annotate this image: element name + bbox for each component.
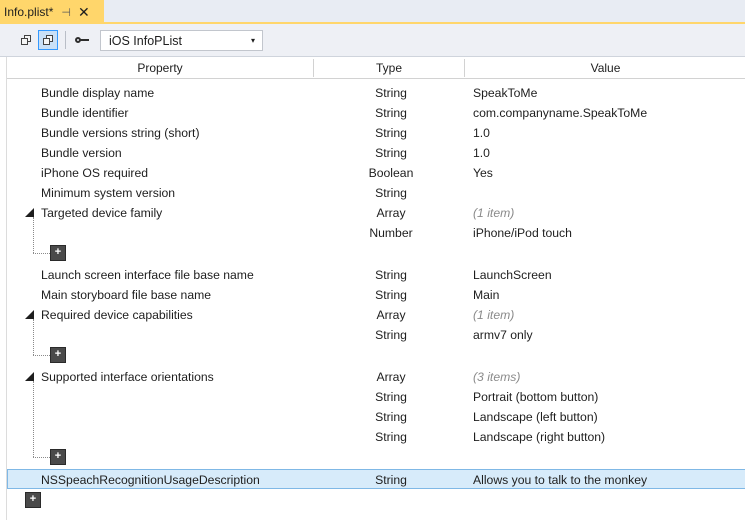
type-cell: Array	[376, 308, 406, 322]
tree-connector	[33, 381, 34, 457]
chevron-down-icon: ▾	[250, 36, 255, 45]
collapse-all-button[interactable]	[16, 30, 36, 50]
property-cell: Minimum system version	[41, 186, 176, 200]
value-cell[interactable]: Main	[473, 285, 499, 305]
type-cell: String	[375, 430, 407, 444]
value-cell[interactable]: Landscape (left button)	[473, 407, 598, 427]
table-row[interactable]: String Portrait (bottom button)	[7, 387, 745, 407]
collapse-triangle-icon[interactable]	[25, 208, 34, 217]
table-row[interactable]: String Landscape (right button)	[7, 427, 745, 447]
value-cell[interactable]: com.companyname.SpeakToMe	[473, 103, 647, 123]
value-cell: (1 item)	[473, 206, 515, 220]
plus-icon: +	[29, 492, 37, 505]
type-cell: String	[375, 126, 407, 140]
plist-grid: Property Type Value Bundle display name …	[6, 57, 745, 520]
type-cell: String	[375, 268, 407, 282]
type-cell: String	[375, 146, 407, 160]
grid-header: Property Type Value	[7, 57, 745, 79]
add-item-button[interactable]: +	[50, 347, 66, 363]
property-cell: Bundle display name	[41, 86, 155, 100]
table-row[interactable]: Launch screen interface file base name S…	[7, 265, 745, 285]
type-cell: Array	[376, 206, 406, 220]
key-view-button[interactable]	[72, 30, 92, 50]
property-cell: Supported interface orientations	[41, 370, 214, 384]
table-row[interactable]: Supported interface orientations Array (…	[7, 367, 745, 387]
value-cell: (1 item)	[473, 308, 515, 322]
add-row-area: +	[7, 447, 745, 468]
property-cell: Bundle version	[41, 146, 122, 160]
plus-icon: +	[54, 245, 62, 258]
tab-info-plist[interactable]: Info.plist* ⊣ ✕	[0, 0, 104, 24]
pin-icon[interactable]: ⊣	[61, 6, 71, 19]
value-cell: (3 items)	[473, 370, 521, 384]
column-header-value[interactable]: Value	[465, 57, 745, 78]
plist-toolbar: iOS InfoPList ▾	[0, 24, 745, 57]
property-cell: Bundle versions string (short)	[41, 126, 200, 140]
property-cell: Main storyboard file base name	[41, 288, 212, 302]
collapse-triangle-icon[interactable]	[25, 310, 34, 319]
table-row[interactable]: String Landscape (left button)	[7, 407, 745, 427]
type-cell: String	[375, 328, 407, 342]
type-cell: String	[375, 390, 407, 404]
value-cell[interactable]: armv7 only	[473, 325, 533, 345]
table-row[interactable]: Main storyboard file base name String Ma…	[7, 285, 745, 305]
table-row[interactable]: Bundle identifier String com.companyname…	[7, 103, 745, 123]
value-cell[interactable]: iPhone/iPod touch	[473, 223, 572, 243]
column-header-property[interactable]: Property	[7, 57, 313, 78]
type-cell: String	[375, 473, 407, 487]
table-row[interactable]: Number iPhone/iPod touch	[7, 223, 745, 243]
value-cell[interactable]: 1.0	[473, 143, 490, 163]
expand-all-icon	[42, 34, 54, 46]
value-cell[interactable]: Portrait (bottom button)	[473, 387, 598, 407]
type-cell: String	[375, 106, 407, 120]
column-header-type[interactable]: Type	[314, 57, 464, 78]
property-cell: Launch screen interface file base name	[41, 268, 254, 282]
add-row-area: +	[7, 490, 745, 511]
property-cell: Bundle identifier	[41, 106, 129, 120]
add-item-button[interactable]: +	[50, 245, 66, 261]
table-row[interactable]: Required device capabilities Array (1 it…	[7, 305, 745, 325]
table-row[interactable]: Targeted device family Array (1 item)	[7, 203, 745, 223]
property-cell: iPhone OS required	[41, 166, 149, 180]
add-row-area: +	[7, 345, 745, 366]
dropdown-value: iOS InfoPList	[109, 33, 182, 48]
value-cell[interactable]: SpeakToMe	[473, 83, 537, 103]
table-row[interactable]: Bundle display name String SpeakToMe	[7, 83, 745, 103]
add-item-button[interactable]: +	[50, 449, 66, 465]
type-cell: String	[375, 86, 407, 100]
value-cell[interactable]: Allows you to talk to the monkey	[473, 470, 647, 490]
add-row-area: +	[7, 243, 745, 264]
value-cell[interactable]: Yes	[473, 163, 493, 183]
collapse-triangle-icon[interactable]	[25, 372, 34, 381]
document-tab-strip: Info.plist* ⊣ ✕	[0, 0, 745, 24]
table-row[interactable]: String armv7 only	[7, 325, 745, 345]
property-cell: Targeted device family	[41, 206, 163, 220]
value-cell[interactable]: 1.0	[473, 123, 490, 143]
table-row-selected[interactable]: NSSpeachRecognitionUsageDescription Stri…	[7, 469, 745, 489]
expand-all-button[interactable]	[38, 30, 58, 50]
property-cell: Required device capabilities	[41, 308, 193, 322]
value-cell[interactable]: LaunchScreen	[473, 265, 552, 285]
key-icon	[75, 36, 89, 44]
table-row[interactable]: Bundle version String 1.0	[7, 143, 745, 163]
table-row[interactable]: iPhone OS required Boolean Yes	[7, 163, 745, 183]
plus-icon: +	[54, 347, 62, 360]
table-row[interactable]: Bundle versions string (short) String 1.…	[7, 123, 745, 143]
type-cell: Boolean	[368, 166, 414, 180]
toolbar-separator	[65, 31, 66, 49]
plist-schema-dropdown[interactable]: iOS InfoPList ▾	[100, 30, 263, 51]
type-cell: Array	[376, 370, 406, 384]
collapse-all-icon	[20, 34, 32, 46]
plus-icon: +	[54, 449, 62, 462]
add-property-button[interactable]: +	[25, 492, 41, 508]
type-cell: String	[375, 186, 407, 200]
tab-title: Info.plist*	[4, 5, 54, 19]
value-cell[interactable]: Landscape (right button)	[473, 427, 605, 447]
close-icon[interactable]: ✕	[78, 5, 90, 19]
table-row[interactable]: Minimum system version String	[7, 183, 745, 203]
type-cell: String	[375, 288, 407, 302]
type-cell: Number	[369, 226, 413, 240]
property-cell: NSSpeachRecognitionUsageDescription	[41, 473, 260, 487]
type-cell: String	[375, 410, 407, 424]
